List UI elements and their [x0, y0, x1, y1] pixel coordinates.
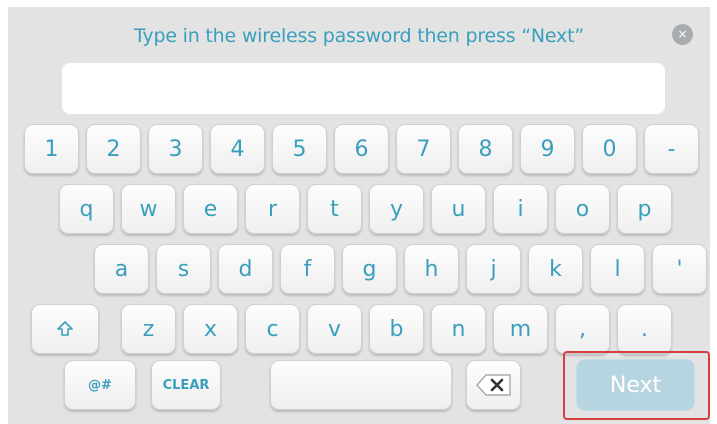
space-key[interactable]: [270, 360, 452, 410]
key-y[interactable]: y: [369, 184, 424, 234]
key-n[interactable]: n: [431, 304, 486, 354]
key-x[interactable]: x: [183, 304, 238, 354]
key-apostrophe[interactable]: ': [652, 244, 707, 294]
key-r[interactable]: r: [245, 184, 300, 234]
key-w[interactable]: w: [121, 184, 176, 234]
key-v[interactable]: v: [307, 304, 362, 354]
key-5[interactable]: 5: [272, 124, 327, 174]
symbols-key[interactable]: @#: [64, 360, 136, 410]
key-6[interactable]: 6: [334, 124, 389, 174]
wifi-password-screen: Type in the wireless password then press…: [8, 7, 710, 424]
key-j[interactable]: j: [466, 244, 521, 294]
key-b[interactable]: b: [369, 304, 424, 354]
close-button[interactable]: ×: [672, 24, 693, 45]
key-t[interactable]: t: [307, 184, 362, 234]
key-s[interactable]: s: [156, 244, 211, 294]
key-1[interactable]: 1: [24, 124, 79, 174]
key-f[interactable]: f: [280, 244, 335, 294]
key-k[interactable]: k: [528, 244, 583, 294]
close-icon: ×: [677, 27, 688, 41]
key-i[interactable]: i: [493, 184, 548, 234]
key-u[interactable]: u: [431, 184, 486, 234]
key-z[interactable]: z: [121, 304, 176, 354]
key-3[interactable]: 3: [148, 124, 203, 174]
password-input[interactable]: [62, 63, 665, 114]
key-hyphen[interactable]: -: [644, 124, 699, 174]
key-m[interactable]: m: [493, 304, 548, 354]
key-h[interactable]: h: [404, 244, 459, 294]
key-q[interactable]: q: [59, 184, 114, 234]
shift-arrow-icon: [57, 321, 73, 336]
key-g[interactable]: g: [342, 244, 397, 294]
key-period[interactable]: .: [617, 304, 672, 354]
key-9[interactable]: 9: [520, 124, 575, 174]
key-p[interactable]: p: [617, 184, 672, 234]
key-a[interactable]: a: [94, 244, 149, 294]
next-button[interactable]: Next: [576, 359, 695, 411]
key-c[interactable]: c: [245, 304, 300, 354]
key-2[interactable]: 2: [86, 124, 141, 174]
key-e[interactable]: e: [183, 184, 238, 234]
clear-key[interactable]: CLEAR: [151, 360, 221, 410]
key-0[interactable]: 0: [582, 124, 637, 174]
prompt-text: Type in the wireless password then press…: [133, 25, 584, 47]
backspace-key[interactable]: [466, 360, 521, 410]
backspace-icon: [475, 374, 511, 396]
key-comma[interactable]: ,: [555, 304, 610, 354]
key-4[interactable]: 4: [210, 124, 265, 174]
key-8[interactable]: 8: [458, 124, 513, 174]
key-7[interactable]: 7: [396, 124, 451, 174]
key-l[interactable]: l: [590, 244, 645, 294]
key-d[interactable]: d: [218, 244, 273, 294]
key-o[interactable]: o: [555, 184, 610, 234]
shift-key[interactable]: [31, 304, 99, 354]
